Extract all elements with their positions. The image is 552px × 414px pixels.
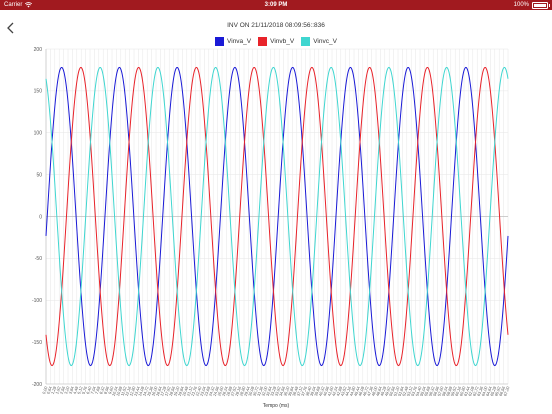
y-tick-label: -50 bbox=[35, 256, 42, 262]
y-tick-label: -200 bbox=[32, 382, 42, 388]
y-tick-label: 0 bbox=[39, 214, 42, 220]
y-tick-label: 150 bbox=[34, 89, 43, 95]
y-tick-label: 200 bbox=[34, 47, 43, 53]
x-axis-label: Tempo (ms) bbox=[262, 403, 290, 409]
y-tick-label: 50 bbox=[36, 172, 42, 178]
y-tick-label: -150 bbox=[32, 340, 42, 346]
waveform-chart[interactable]: 0,000,641,281,922,563,203,844,485,125,76… bbox=[0, 0, 552, 414]
y-tick-label: 100 bbox=[34, 131, 43, 137]
y-tick-label: -100 bbox=[32, 298, 42, 304]
